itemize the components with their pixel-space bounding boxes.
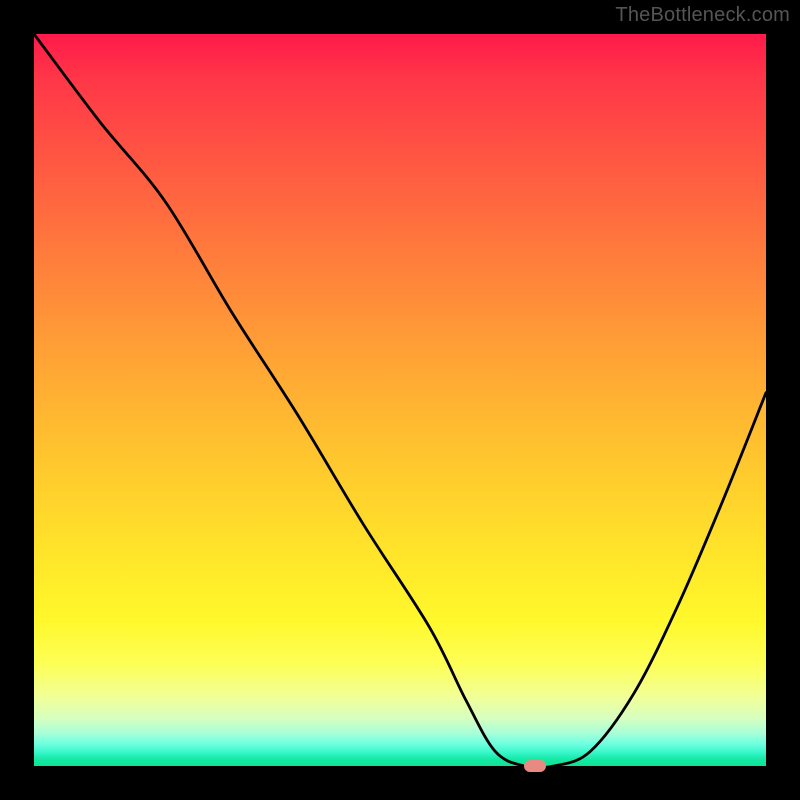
chart-frame: TheBottleneck.com bbox=[0, 0, 800, 800]
optimal-point-marker bbox=[524, 760, 546, 772]
bottleneck-curve bbox=[34, 34, 766, 766]
plot-area bbox=[34, 34, 766, 766]
watermark-text: TheBottleneck.com bbox=[615, 4, 790, 27]
